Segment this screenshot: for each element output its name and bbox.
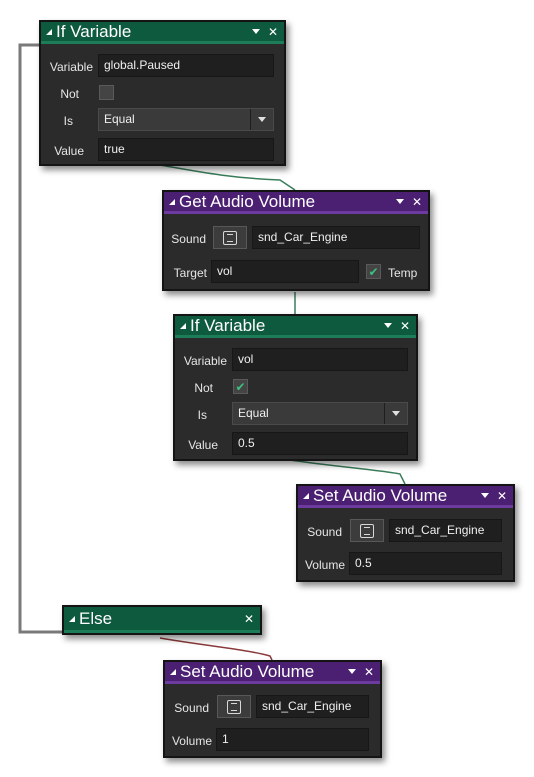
- sound-label: Sound: [174, 701, 209, 715]
- is-label: Is: [197, 408, 207, 422]
- resource-picker-button[interactable]: [217, 695, 251, 718]
- not-label: Not: [60, 87, 79, 101]
- if-variable-node-paused[interactable]: If Variable ✕ Variable global.Paused Not…: [39, 20, 286, 166]
- node-header[interactable]: Set Audio Volume ✕: [298, 486, 513, 508]
- get-audio-volume-node[interactable]: Get Audio Volume ✕ Sound snd_Car_Engine …: [162, 190, 430, 291]
- not-checkbox[interactable]: [99, 85, 114, 100]
- value-input[interactable]: 0.5: [232, 432, 408, 455]
- variable-input[interactable]: vol: [232, 348, 408, 371]
- triangle-collapse-icon[interactable]: [180, 322, 186, 329]
- node-header[interactable]: If Variable ✕: [175, 316, 416, 338]
- close-icon[interactable]: ✕: [400, 320, 410, 332]
- sound-input[interactable]: snd_Car_Engine: [256, 695, 369, 718]
- set-audio-volume-node-half[interactable]: Set Audio Volume ✕ Sound snd_Car_Engine …: [296, 484, 515, 582]
- wire-if-to-get: [159, 164, 296, 191]
- chevron-down-icon: [258, 117, 266, 122]
- chevron-down-icon[interactable]: [480, 493, 489, 498]
- checkmark-icon: ✔: [235, 379, 246, 394]
- is-dropdown-value: Equal: [104, 112, 135, 126]
- volume-label: Volume: [171, 734, 212, 748]
- node-header[interactable]: Set Audio Volume ✕: [165, 662, 380, 684]
- if-variable-node-vol[interactable]: If Variable ✕ Variable vol Not ✔ Is Equa…: [173, 314, 418, 461]
- resource-picker-button[interactable]: [213, 226, 247, 249]
- else-node[interactable]: Else ✕: [62, 605, 262, 635]
- is-dropdown[interactable]: Equal: [98, 108, 274, 131]
- sound-input[interactable]: snd_Car_Engine: [252, 226, 420, 249]
- triangle-collapse-icon[interactable]: [46, 28, 52, 35]
- volume-input[interactable]: 0.5: [349, 552, 502, 575]
- chevron-down-icon[interactable]: [395, 199, 404, 204]
- chevron-down-icon[interactable]: [251, 29, 260, 34]
- checkmark-icon: ✔: [368, 264, 379, 279]
- resource-picker-icon: [223, 230, 237, 245]
- not-label: Not: [194, 381, 213, 395]
- volume-input[interactable]: 1: [216, 728, 369, 751]
- close-icon[interactable]: ✕: [364, 666, 374, 678]
- close-icon[interactable]: ✕: [268, 26, 278, 38]
- node-title: Else: [79, 608, 113, 628]
- triangle-collapse-icon[interactable]: [303, 492, 309, 499]
- temp-label: Temp: [388, 266, 418, 280]
- triangle-collapse-icon[interactable]: [169, 198, 175, 205]
- close-icon[interactable]: ✕: [244, 613, 254, 625]
- is-dropdown-value: Equal: [238, 406, 269, 420]
- variable-input[interactable]: global.Paused: [98, 54, 274, 77]
- chevron-down-icon[interactable]: [383, 323, 392, 328]
- close-icon[interactable]: ✕: [497, 490, 507, 502]
- wire-else-to-set: [159, 637, 273, 661]
- set-audio-volume-node-full[interactable]: Set Audio Volume ✕ Sound snd_Car_Engine …: [163, 660, 382, 758]
- node-header[interactable]: If Variable ✕: [41, 22, 284, 44]
- node-title: Set Audio Volume: [313, 485, 448, 505]
- is-label: Is: [63, 114, 73, 128]
- node-title: If Variable: [56, 21, 132, 41]
- resource-picker-button[interactable]: [350, 519, 384, 542]
- wire-if-to-set: [289, 459, 406, 485]
- node-title: If Variable: [190, 315, 266, 335]
- volume-label: Volume: [304, 558, 345, 572]
- sound-label: Sound: [307, 525, 342, 539]
- node-header[interactable]: Get Audio Volume ✕: [164, 192, 428, 214]
- dropdown-button[interactable]: [384, 403, 407, 424]
- resource-picker-icon: [227, 699, 241, 714]
- target-label: Target: [173, 266, 207, 280]
- target-input[interactable]: vol: [211, 260, 359, 283]
- sound-input[interactable]: snd_Car_Engine: [389, 519, 502, 542]
- value-label: Value: [54, 144, 84, 158]
- sound-label: Sound: [171, 232, 206, 246]
- not-checkbox[interactable]: ✔: [233, 379, 248, 394]
- triangle-collapse-icon[interactable]: [69, 615, 75, 622]
- variable-label: Variable: [183, 354, 227, 368]
- close-icon[interactable]: ✕: [412, 196, 422, 208]
- node-title: Get Audio Volume: [179, 191, 316, 211]
- value-input[interactable]: true: [98, 138, 274, 161]
- temp-checkbox[interactable]: ✔: [366, 264, 381, 279]
- resource-picker-icon: [360, 523, 374, 538]
- dropdown-button[interactable]: [250, 109, 273, 130]
- value-label: Value: [188, 438, 218, 452]
- variable-label: Variable: [49, 60, 93, 74]
- node-title: Set Audio Volume: [180, 661, 315, 681]
- chevron-down-icon[interactable]: [347, 669, 356, 674]
- is-dropdown[interactable]: Equal: [232, 402, 408, 425]
- triangle-collapse-icon[interactable]: [170, 668, 176, 675]
- chevron-down-icon: [392, 411, 400, 416]
- node-header[interactable]: Else ✕: [64, 607, 260, 633]
